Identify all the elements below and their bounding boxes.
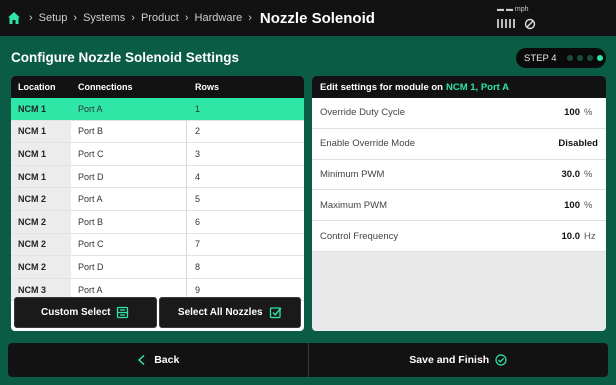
step-dot — [576, 55, 583, 61]
header-location: Location — [18, 82, 56, 92]
breadcrumb-current: Nozzle Solenoid — [259, 9, 375, 27]
setting-override-duty-cycle[interactable]: Override Duty Cycle 100 % — [312, 98, 606, 129]
table-row[interactable]: NCM 1 Port B 2 — [11, 120, 304, 144]
row-location: NCM 2 — [11, 210, 71, 233]
step-label: STEP 4 — [524, 52, 557, 64]
setting-label: Enable Override Mode — [320, 138, 416, 150]
settings-heading: Edit settings for module on NCM 1, Port … — [312, 76, 606, 98]
speed-readout: ▬ ▬ mph — [497, 6, 529, 13]
setting-value: 100 — [564, 107, 580, 119]
table-row[interactable]: NCM 2 Port C 7 — [11, 233, 304, 257]
breadcrumb-product[interactable]: Product — [141, 12, 179, 24]
table-actions: Custom Select Select All Nozzles — [14, 297, 301, 328]
table-row[interactable]: NCM 1 Port C 3 — [11, 143, 304, 166]
table-row[interactable]: NCM 2 Port B 6 — [11, 210, 304, 234]
save-and-finish-button[interactable]: Save and Finish — [307, 343, 609, 377]
row-number: 9 — [195, 284, 201, 295]
save-label: Save and Finish — [409, 354, 490, 366]
row-connection: Port D — [71, 256, 187, 278]
step-dots — [566, 55, 603, 61]
row-connection: Port A — [71, 188, 187, 210]
chevron-right-icon: › — [73, 12, 78, 24]
row-number: 7 — [195, 239, 201, 250]
status-area: ▬ ▬ mph — [497, 6, 547, 32]
row-location: NCM 2 — [11, 188, 71, 210]
header-connections: Connections — [78, 82, 133, 92]
setting-unit: % — [584, 199, 593, 211]
row-connection: Port A — [71, 98, 187, 120]
setting-unit: Hz — [584, 230, 596, 242]
settings-heading-module: NCM 1, Port A — [445, 81, 509, 93]
setting-label: Control Frequency — [320, 230, 399, 242]
row-number: 8 — [195, 261, 201, 272]
setting-value: Disabled — [558, 138, 598, 150]
select-all-nozzles-button[interactable]: Select All Nozzles — [158, 297, 301, 328]
chevron-right-icon: › — [131, 12, 135, 24]
row-location: NCM 2 — [11, 256, 71, 278]
table-header: Location Connections Rows — [11, 76, 304, 98]
breadcrumb-systems[interactable]: Systems — [83, 12, 125, 24]
row-location: NCM 2 — [11, 233, 71, 256]
row-number: 2 — [195, 126, 201, 137]
settings-heading-prefix: Edit settings for module on — [320, 81, 443, 93]
chevron-right-icon: › — [248, 12, 252, 24]
settings-panel: Edit settings for module on NCM 1, Port … — [312, 76, 606, 331]
row-number: 4 — [195, 171, 201, 182]
row-location: NCM 1 — [11, 98, 71, 120]
nozzle-table-panel: Location Connections Rows NCM 1 Port A 1… — [11, 76, 304, 331]
setting-unit: % — [584, 168, 593, 180]
row-connection: Port B — [71, 120, 187, 143]
page-title: Configure Nozzle Solenoid Settings — [11, 50, 240, 65]
step-indicator: STEP 4 — [516, 48, 606, 68]
signal-bars-icon — [497, 19, 515, 28]
row-location: NCM 1 — [11, 165, 71, 188]
setting-value: 30.0 — [561, 168, 581, 180]
row-connection: Port D — [71, 165, 187, 188]
row-number: 5 — [195, 194, 201, 205]
custom-select-label: Custom Select — [41, 307, 111, 318]
custom-select-button[interactable]: Custom Select — [14, 297, 157, 328]
setting-enable-override-mode[interactable]: Enable Override Mode Disabled — [312, 128, 606, 160]
chevron-left-icon — [138, 354, 145, 366]
table-row[interactable]: NCM 1 Port A 1 — [11, 98, 304, 121]
setting-maximum-pwm[interactable]: Maximum PWM 100 % — [312, 190, 606, 222]
checkbox-checked-icon — [269, 307, 282, 319]
table-row[interactable]: NCM 1 Port D 4 — [11, 165, 304, 189]
setting-unit: % — [584, 107, 593, 119]
row-number: 3 — [195, 148, 201, 159]
table-row[interactable]: NCM 2 Port D 8 — [11, 256, 304, 279]
back-label: Back — [154, 354, 180, 366]
row-connection: Port B — [71, 210, 187, 233]
chevron-right-icon: › — [29, 12, 33, 24]
row-connection: Port C — [71, 233, 187, 256]
footer-bar: Back Save and Finish — [8, 343, 608, 377]
check-circle-icon — [495, 354, 507, 366]
top-bar: › Setup › Systems › Product › Hardware ›… — [0, 0, 616, 36]
table-row[interactable]: NCM 2 Port A 5 — [11, 188, 304, 211]
row-number: 1 — [195, 103, 201, 114]
step-dot — [586, 55, 593, 61]
home-icon[interactable] — [7, 11, 21, 25]
custom-select-icon — [117, 306, 129, 319]
back-button[interactable]: Back — [8, 343, 308, 377]
step-dot — [566, 55, 573, 61]
setting-value: 10.0 — [561, 230, 581, 242]
row-location: NCM 1 — [11, 143, 71, 165]
row-number: 6 — [195, 216, 201, 227]
breadcrumb-hardware[interactable]: Hardware — [195, 12, 243, 24]
breadcrumb-setup[interactable]: Setup — [39, 12, 68, 24]
chevron-right-icon: › — [184, 12, 189, 24]
row-location: NCM 1 — [11, 120, 71, 143]
setting-label: Override Duty Cycle — [320, 107, 405, 119]
setting-minimum-pwm[interactable]: Minimum PWM 30.0 % — [312, 159, 606, 191]
select-all-label: Select All Nozzles — [177, 307, 263, 318]
setting-label: Maximum PWM — [320, 199, 388, 211]
setting-control-frequency[interactable]: Control Frequency 10.0 Hz — [312, 221, 606, 252]
setting-label: Minimum PWM — [320, 168, 385, 180]
row-connection: Port C — [71, 143, 187, 165]
header-rows: Rows — [195, 82, 220, 92]
setting-value: 100 — [564, 199, 580, 211]
step-dot-current — [596, 55, 603, 61]
satellite-icon — [523, 17, 537, 31]
